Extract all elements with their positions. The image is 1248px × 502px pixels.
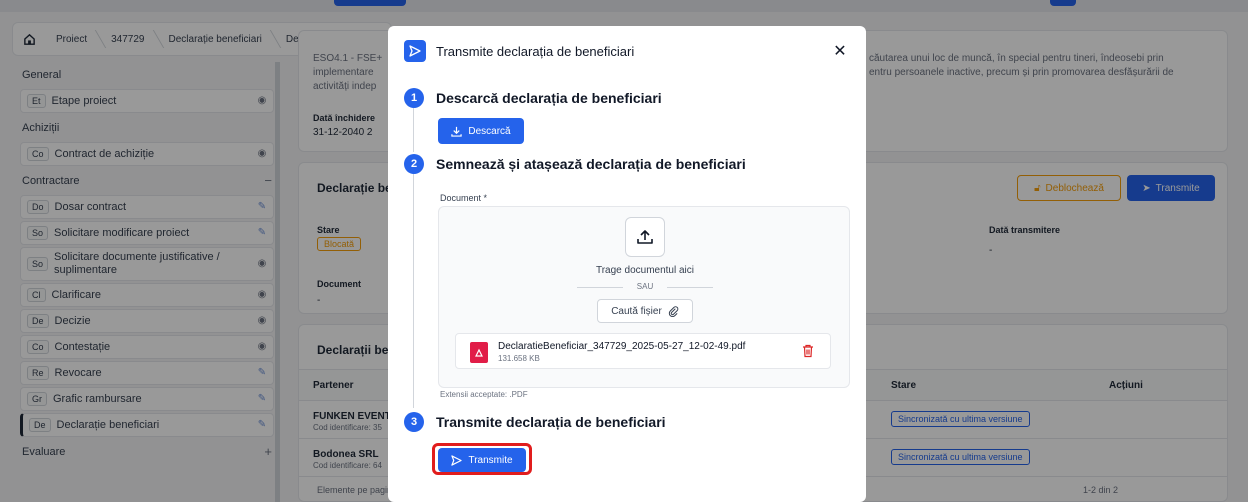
accepted-extensions: Extensii acceptate: .PDF bbox=[440, 390, 528, 399]
upload-icon[interactable] bbox=[625, 217, 665, 257]
step-title: Transmite declarația de beneficiari bbox=[436, 414, 666, 430]
transmit-dialog: Transmite declarația de beneficiari ✕ 1 … bbox=[388, 26, 866, 502]
download-button[interactable]: Descarcă bbox=[438, 118, 524, 144]
uploaded-file-card: DeclaratieBeneficiar_347729_2025-05-27_1… bbox=[455, 333, 831, 369]
step-number: 2 bbox=[404, 154, 424, 174]
dialog-title: Transmite declarația de beneficiari bbox=[436, 43, 635, 59]
drag-hint: Trage documentul aici bbox=[595, 265, 694, 276]
step-2: 2 Semnează și atașează declarația de ben… bbox=[404, 154, 746, 174]
browse-file-button[interactable]: Caută fișier bbox=[597, 299, 693, 323]
step-title: Descarcă declarația de beneficiari bbox=[436, 90, 662, 106]
file-dropzone[interactable]: Trage documentul aici SAU Caută fișier D… bbox=[438, 206, 850, 388]
or-separator: SAU bbox=[577, 282, 713, 291]
step-connector bbox=[413, 108, 414, 152]
close-icon[interactable]: ✕ bbox=[830, 41, 850, 61]
step-3: 3 Transmite declarația de beneficiari bbox=[404, 412, 666, 432]
step-number: 1 bbox=[404, 88, 424, 108]
file-name: DeclaratieBeneficiar_347729_2025-05-27_1… bbox=[498, 341, 746, 352]
step-1: 1 Descarcă declarația de beneficiari bbox=[404, 88, 662, 108]
paperclip-icon bbox=[668, 305, 679, 317]
dialog-header: Transmite declarația de beneficiari ✕ bbox=[388, 26, 866, 76]
delete-file-icon[interactable] bbox=[802, 344, 814, 361]
step-connector bbox=[413, 174, 414, 408]
send-icon bbox=[404, 40, 426, 62]
download-icon bbox=[451, 126, 463, 137]
step-title: Semnează și atașează declarația de benef… bbox=[436, 156, 746, 172]
document-field-label: Document * bbox=[440, 193, 488, 203]
transmit-button[interactable]: Transmite bbox=[438, 448, 526, 472]
pdf-file-icon bbox=[470, 342, 488, 363]
send-icon bbox=[451, 454, 463, 466]
file-size: 131.658 KB bbox=[498, 354, 540, 363]
step-number: 3 bbox=[404, 412, 424, 432]
